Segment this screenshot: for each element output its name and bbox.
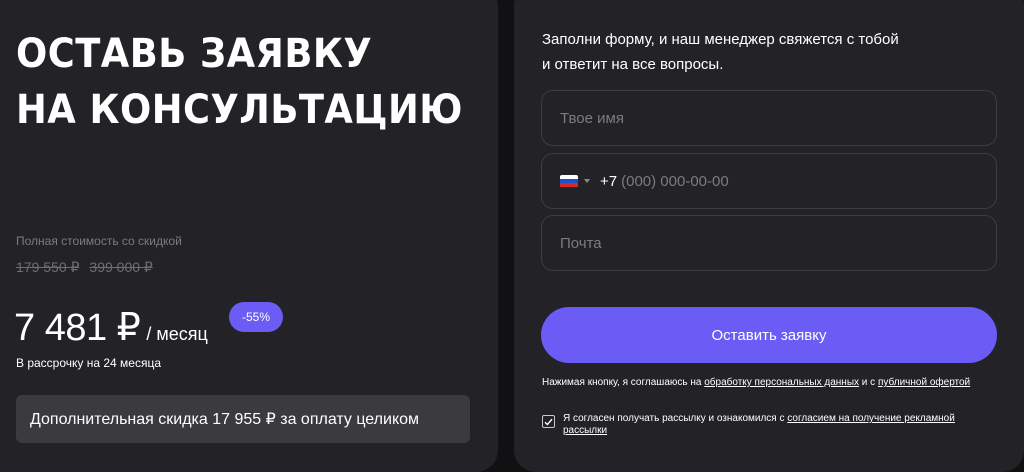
checkmark-icon xyxy=(544,418,553,426)
newsletter-consent: Я согласен получать рассылку и ознакомил… xyxy=(542,413,992,437)
russia-flag-icon[interactable] xyxy=(560,174,578,188)
old-price-discounted: 179 550 ₽ xyxy=(16,259,80,275)
consent-prefix: Я согласен получать рассылку и ознакомил… xyxy=(563,413,788,424)
form-intro: Заполни форму, и наш менеджер свяжется с… xyxy=(542,27,972,77)
consent-checkbox[interactable] xyxy=(542,415,555,428)
title-line-1: Оставь заявку xyxy=(16,31,373,77)
phone-country-code: +7 xyxy=(600,172,618,190)
phone-input[interactable]: +7 (000) 000-00-00 xyxy=(541,153,997,209)
old-prices: 179 550 ₽ 399 000 ₽ xyxy=(16,259,153,276)
form-intro-line-1: Заполни форму, и наш менеджер свяжется с… xyxy=(542,31,899,48)
form-intro-line-2: и ответит на все вопросы. xyxy=(542,56,724,73)
discount-badge: -55% xyxy=(229,302,283,332)
personal-data-link[interactable]: обработку персональных данных xyxy=(704,377,859,388)
monthly-price: 7 481 ₽ / месяц xyxy=(14,305,208,350)
price-caption: Полная стоимость со скидкой xyxy=(16,234,182,248)
legal-middle: и с xyxy=(859,377,878,388)
email-input[interactable]: Почта xyxy=(541,215,997,271)
legal-notice: Нажимая кнопку, я соглашаюсь на обработк… xyxy=(542,377,992,389)
legal-prefix: Нажимая кнопку, я соглашаюсь на xyxy=(542,377,705,388)
name-input[interactable]: Твое имя xyxy=(541,90,997,146)
submit-button[interactable]: Оставить заявку xyxy=(541,307,997,363)
monthly-price-amount: 7 481 ₽ xyxy=(14,307,141,349)
page-title: Оставь заявку на консультацию xyxy=(16,26,463,138)
name-input-placeholder: Твое имя xyxy=(560,109,624,127)
consent-text: Я согласен получать рассылку и ознакомил… xyxy=(563,413,992,437)
public-offer-link[interactable]: публичной офертой xyxy=(878,377,970,388)
phone-input-placeholder: (000) 000-00-00 xyxy=(621,172,729,190)
monthly-price-unit: / месяц xyxy=(146,324,208,344)
old-price-full: 399 000 ₽ xyxy=(89,259,153,275)
extra-discount-banner: Дополнительная скидка 17 955 ₽ за оплату… xyxy=(16,395,470,443)
email-input-placeholder: Почта xyxy=(560,234,602,252)
title-line-2: на консультацию xyxy=(16,87,463,133)
chevron-down-icon[interactable] xyxy=(584,179,590,183)
installment-text: В рассрочку на 24 месяца xyxy=(16,356,162,370)
page: Оставь заявку на консультацию Полная сто… xyxy=(0,0,1024,472)
